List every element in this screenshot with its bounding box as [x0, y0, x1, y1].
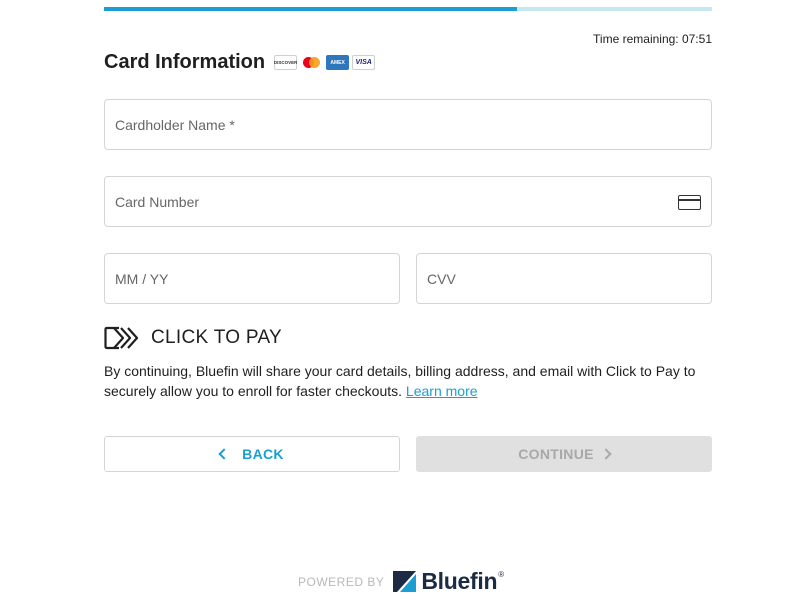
learn-more-link[interactable]: Learn more [406, 383, 478, 399]
progress-bar-fill [104, 7, 518, 11]
bluefin-logo-icon [393, 571, 417, 592]
progress-bar [104, 7, 712, 11]
mastercard-logo-icon [300, 55, 324, 70]
cvv-input[interactable] [427, 254, 711, 303]
bluefin-brand-name: Bluefin [421, 568, 498, 594]
amex-logo-icon: AMEX [326, 55, 350, 70]
powered-by-footer: POWERED BY Bluefin ® [298, 568, 504, 595]
chevron-left-icon [218, 448, 230, 460]
continue-button[interactable]: CONTINUE [416, 436, 712, 472]
back-button-label: BACK [242, 446, 284, 462]
cardholder-name-field[interactable] [104, 99, 712, 150]
accepted-cards: DISCOVER AMEX VISA [274, 55, 376, 70]
page-title: Card Information [104, 51, 266, 73]
card-information-header: Card Information DISCOVER AMEX VISA [104, 51, 376, 74]
cardholder-name-input[interactable] [115, 100, 711, 149]
card-number-field[interactable] [104, 176, 712, 227]
expiry-input[interactable] [115, 254, 399, 303]
disclaimer-text: By continuing, Bluefin will share your c… [104, 363, 696, 399]
time-remaining: Time remaining: 07:51 [593, 32, 712, 46]
click-to-pay-label: CLICK TO PAY [151, 327, 283, 348]
card-number-input[interactable] [115, 177, 711, 226]
click-to-pay-header: CLICK TO PAY [104, 326, 282, 350]
credit-card-icon [678, 195, 701, 210]
discover-logo-icon: DISCOVER [274, 55, 297, 70]
cvv-field[interactable] [416, 253, 712, 304]
click-to-pay-disclaimer: By continuing, Bluefin will share your c… [104, 361, 714, 401]
registered-mark: ® [498, 570, 505, 579]
expiry-field[interactable] [104, 253, 400, 304]
chevron-right-icon [600, 448, 612, 460]
continue-button-label: CONTINUE [518, 446, 594, 462]
visa-logo-icon: VISA [352, 55, 376, 70]
powered-by-label: POWERED BY [298, 574, 385, 589]
click-to-pay-chevrons-icon [104, 326, 139, 350]
back-button[interactable]: BACK [104, 436, 400, 472]
